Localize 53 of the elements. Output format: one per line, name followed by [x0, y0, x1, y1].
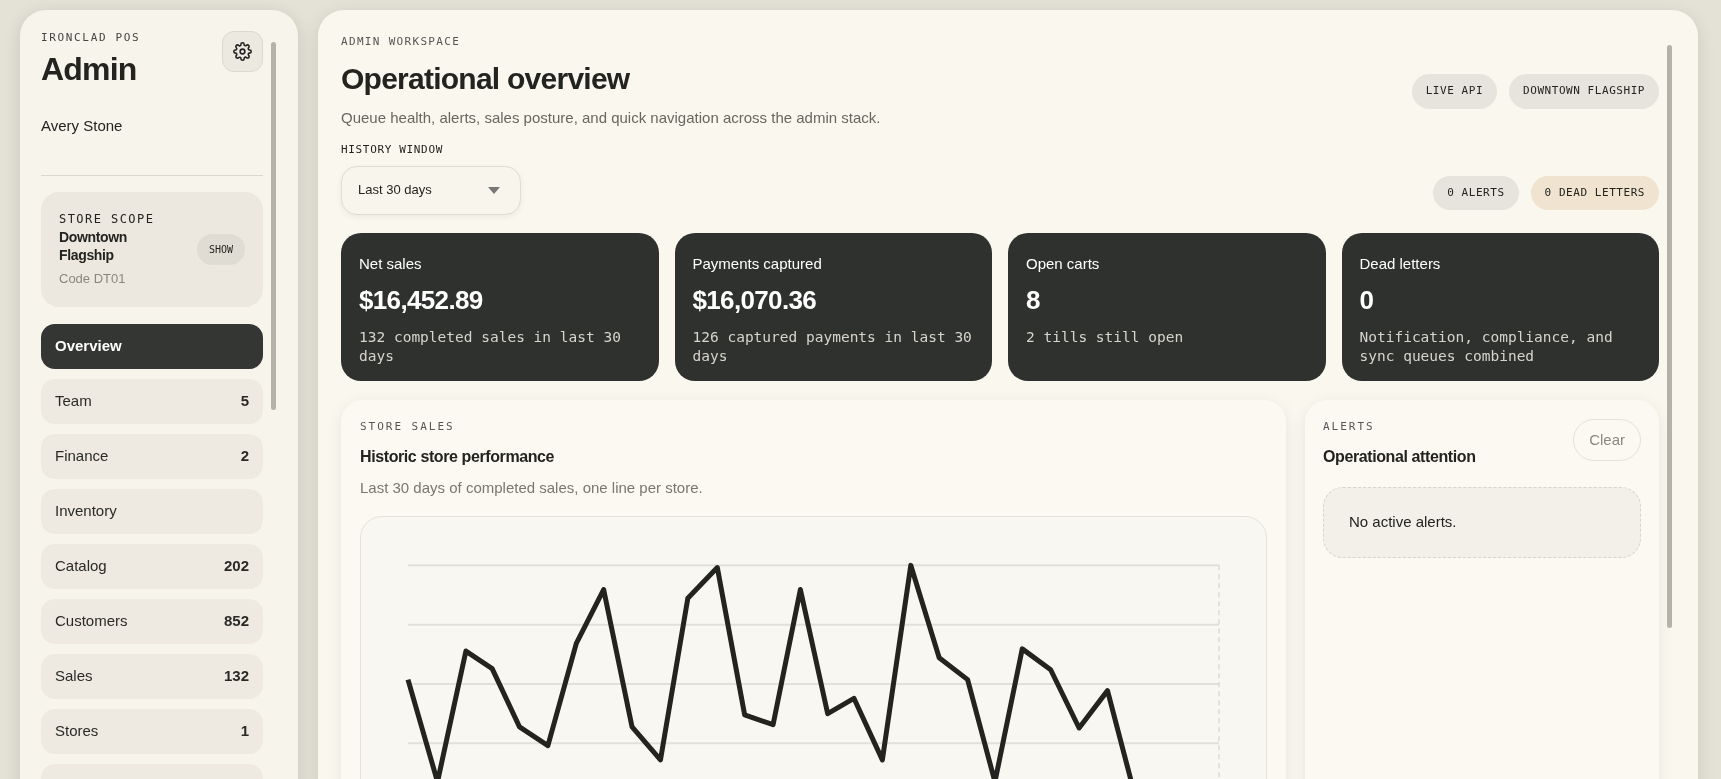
stat-value: 0	[1359, 284, 1375, 317]
section-title: Operational attention	[1323, 447, 1476, 467]
stat-note: Notification, compliance, and sync queues combined	[1359, 328, 1614, 366]
nav-item[interactable]: Catalog 202	[41, 543, 263, 589]
section-label: ALERTS	[1323, 418, 1376, 435]
settings-button[interactable]	[222, 31, 263, 72]
section-title: Historic store performance	[360, 447, 556, 467]
store-name: Downtown Flagship	[59, 228, 128, 264]
page-subtitle: Queue health, alerts, sales posture, and quick navigation across the admin stack.	[341, 107, 881, 128]
nav-count: 132	[223, 665, 249, 686]
brand-label: IRONCLAD POS	[41, 30, 141, 46]
status-pill: 0 DEAD LETTERS	[1530, 175, 1659, 210]
caret-icon	[488, 186, 500, 194]
stat-value: 8	[1026, 284, 1041, 317]
sidebar-title: Admin	[41, 52, 138, 85]
nav-item[interactable]: Inventory	[41, 488, 263, 534]
nav-item[interactable]: Finance 2	[41, 433, 263, 479]
show-button[interactable]: SHOW	[196, 233, 245, 265]
stat-label: Payments captured	[692, 253, 823, 274]
stat-note: 132 completed sales in last 30 days	[359, 328, 622, 366]
stat-label: Open carts	[1026, 253, 1101, 274]
scrollbar[interactable]	[271, 42, 276, 410]
nav-count: 852	[223, 610, 249, 631]
page-title: Operational overview	[341, 60, 631, 97]
settings-icon	[233, 42, 252, 61]
empty-alerts-box: No active alerts.	[1323, 487, 1641, 558]
stat-note: 2 tills still open	[1026, 328, 1185, 347]
stat-value: $16,070.36	[692, 284, 818, 317]
nav-item[interactable]: Stores 1	[41, 708, 263, 754]
nav-count: 5	[240, 390, 249, 411]
workspace-label: ADMIN WORKSPACE	[341, 34, 462, 50]
section-label: STORE SALES	[360, 418, 456, 435]
user-name: Avery Stone	[41, 115, 124, 136]
stat-label: Net sales	[359, 253, 423, 274]
stat-note: 126 captured payments in last 30 days	[692, 328, 973, 366]
nav-count: 1	[240, 720, 249, 741]
history-window-select[interactable]: Last 30 days	[341, 165, 521, 215]
nav-item[interactable]: Customers 852	[41, 598, 263, 644]
nav-count: 202	[223, 555, 249, 576]
scope-badge: DOWNTOWN FLAGSHIP	[1509, 74, 1659, 109]
nav-count: 2	[240, 445, 249, 466]
section-subtitle: Last 30 days of completed sales, one line per store.	[360, 478, 704, 498]
scope-badge: LIVE API	[1411, 74, 1498, 109]
store-scope-label: STORE SCOPE	[59, 211, 155, 228]
status-pill: 0 ALERTS	[1433, 175, 1519, 210]
nav-item[interactable]: Sales 132	[41, 653, 263, 699]
nav-item[interactable]: Team 5	[41, 378, 263, 424]
stat-label: Dead letters	[1359, 253, 1442, 274]
scrollbar[interactable]	[1667, 45, 1672, 628]
history-window-label: HISTORY WINDOW	[341, 142, 444, 158]
stat-value: $16,452.89	[359, 284, 484, 317]
store-code: Code DT01	[59, 270, 127, 288]
nav-item[interactable]: Overview	[41, 323, 263, 369]
